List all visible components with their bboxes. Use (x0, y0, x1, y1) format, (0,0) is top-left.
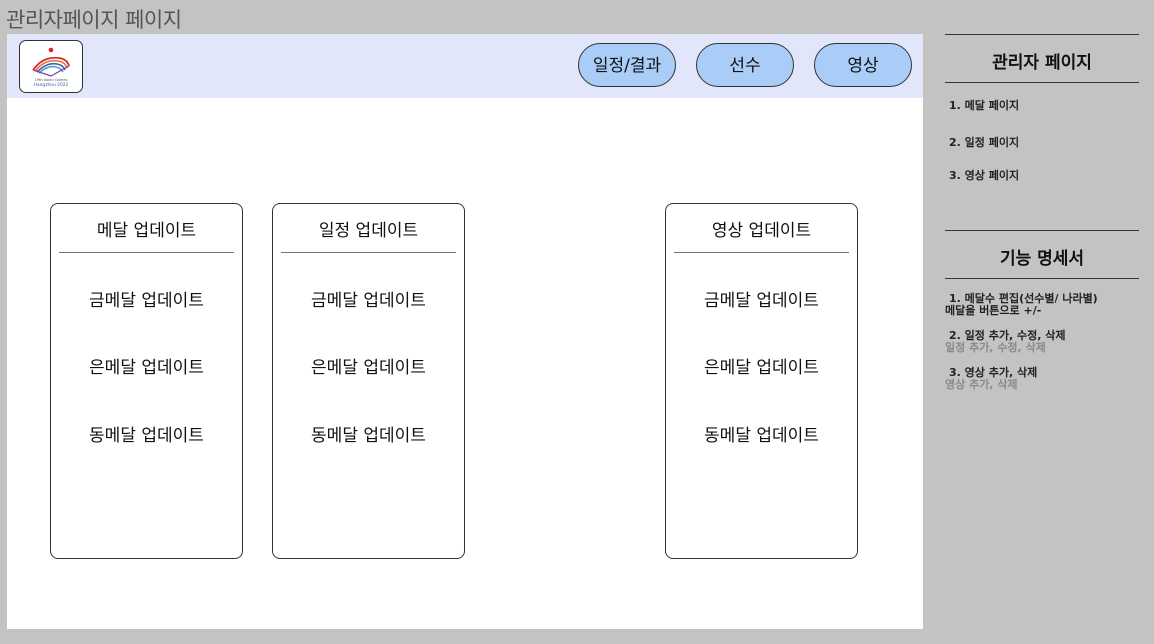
svg-text:19th Asian Games: 19th Asian Games (35, 78, 68, 82)
bronze-medal-update[interactable]: 동메달 업데이트 (666, 421, 857, 446)
silver-medal-update[interactable]: 은메달 업데이트 (273, 353, 464, 378)
asian-games-logo[interactable]: 19th Asian Games Hangzhou 2022 (19, 40, 83, 93)
gold-medal-update[interactable]: 금메달 업데이트 (51, 286, 242, 311)
silver-medal-update[interactable]: 은메달 업데이트 (51, 353, 242, 378)
schedule-update-card: 일정 업데이트 금메달 업데이트 은메달 업데이트 동메달 업데이트 (272, 203, 465, 559)
spec-item-medal: 1. 메달수 편집(선수별/ 나라별) 메달을 버튼으로 +/- (945, 293, 1098, 317)
spec-item-video: 3. 영상 추가, 삭제 영상 추가, 삭제 (945, 367, 1037, 391)
spec-desc: 영상 추가, 삭제 (945, 378, 1018, 391)
divider (945, 230, 1139, 231)
spec-desc: 메달을 버튼으로 +/- (945, 304, 1042, 317)
divider (945, 34, 1139, 35)
sidebar-link-schedule-page[interactable]: 2. 일정 페이지 (949, 134, 1019, 150)
sidebar-admin-section: 관리자 페이지 1. 메달 페이지 2. 일정 페이지 3. 영상 페이지 (945, 34, 1139, 204)
main-canvas: 19th Asian Games Hangzhou 2022 일정/결과 선수 … (7, 34, 923, 629)
divider (945, 82, 1139, 83)
spec-desc: 일정 추가, 수정, 삭제 (945, 341, 1046, 354)
card-title: 영상 업데이트 (674, 216, 849, 253)
bronze-medal-update[interactable]: 동메달 업데이트 (51, 421, 242, 446)
sidebar-spec-heading: 기능 명세서 (999, 249, 1085, 269)
bronze-medal-update[interactable]: 동메달 업데이트 (273, 421, 464, 446)
card-title: 메달 업데이트 (59, 216, 234, 253)
nav-video-button[interactable]: 영상 (814, 43, 912, 87)
divider (945, 278, 1139, 279)
sidebar-link-video-page[interactable]: 3. 영상 페이지 (949, 167, 1019, 183)
nav-schedule-results-button[interactable]: 일정/결과 (578, 43, 676, 87)
sidebar-spec-section: 기능 명세서 1. 메달수 편집(선수별/ 나라별) 메달을 버튼으로 +/- … (945, 230, 1139, 410)
sidebar-admin-heading: 관리자 페이지 (992, 53, 1092, 73)
spec-item-schedule: 2. 일정 추가, 수정, 삭제 일정 추가, 수정, 삭제 (945, 330, 1065, 354)
page-title: 관리자페이지 페이지 (6, 8, 182, 32)
silver-medal-update[interactable]: 은메달 업데이트 (666, 353, 857, 378)
gold-medal-update[interactable]: 금메달 업데이트 (273, 286, 464, 311)
top-navigation-bar: 19th Asian Games Hangzhou 2022 일정/결과 선수 … (7, 34, 923, 98)
sidebar-link-medal-page[interactable]: 1. 메달 페이지 (949, 97, 1019, 113)
nav-athletes-button[interactable]: 선수 (696, 43, 794, 87)
medal-update-card: 메달 업데이트 금메달 업데이트 은메달 업데이트 동메달 업데이트 (50, 203, 243, 559)
svg-text:Hangzhou 2022: Hangzhou 2022 (34, 82, 69, 88)
video-update-card: 영상 업데이트 금메달 업데이트 은메달 업데이트 동메달 업데이트 (665, 203, 858, 559)
gold-medal-update[interactable]: 금메달 업데이트 (666, 286, 857, 311)
logo-icon: 19th Asian Games Hangzhou 2022 (32, 47, 70, 88)
card-title: 일정 업데이트 (281, 216, 456, 253)
